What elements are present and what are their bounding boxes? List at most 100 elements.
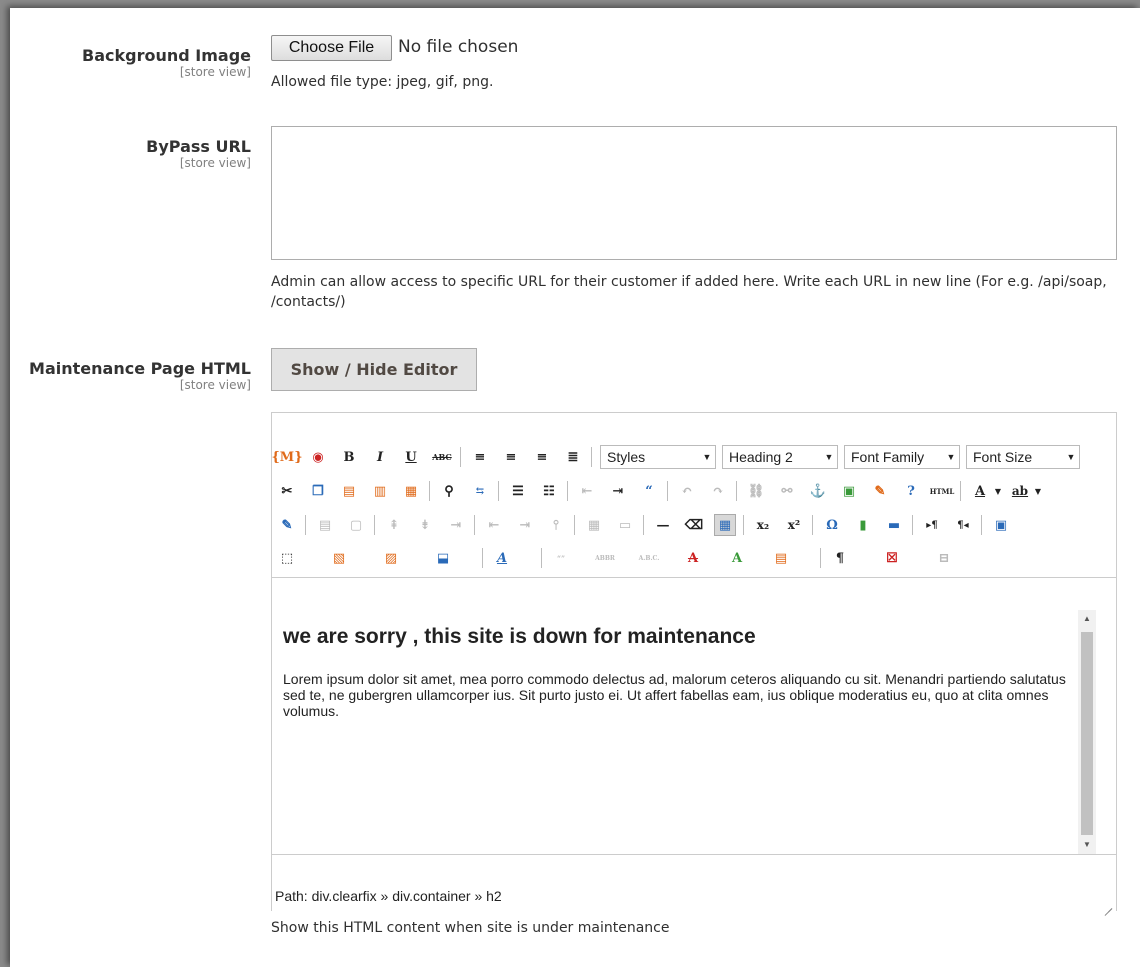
format-select[interactable]: Heading 2 ▼ [722, 445, 838, 469]
media-icon[interactable]: ▮ [852, 514, 874, 536]
chevron-down-icon: ▼ [824, 452, 834, 462]
fullscreen-icon[interactable]: ▣ [990, 514, 1012, 536]
pagebreak-icon[interactable]: ⊟ [933, 547, 955, 569]
element-path: Path: div.clearfix » div.container » h2 [275, 888, 502, 904]
insert-layer-icon[interactable]: ▧ [328, 547, 350, 569]
insert-variable-icon[interactable]: ◉ [307, 446, 329, 468]
align-center-icon[interactable]: ≡ [500, 446, 522, 468]
font-size-select[interactable]: Font Size ▼ [966, 445, 1080, 469]
anchor-icon[interactable]: ⚓ [807, 480, 829, 502]
html-source-icon[interactable]: HTML [930, 480, 955, 502]
acronym-icon[interactable]: A.B.C. [638, 547, 660, 569]
visual-aid-icon[interactable]: ⬚ [276, 547, 298, 569]
editor-scrollbar[interactable]: ▲ ▼ [1078, 610, 1096, 854]
move-forward-icon[interactable]: ▨ [380, 547, 402, 569]
copy-icon[interactable]: ❐ [307, 480, 329, 502]
unlink-icon[interactable]: ⚯ [776, 480, 798, 502]
cite-icon[interactable]: “” [550, 547, 572, 569]
font-family-select[interactable]: Font Family ▼ [844, 445, 960, 469]
edit-css-icon[interactable]: ✎ [276, 514, 298, 536]
find-icon[interactable]: ⚲ [438, 480, 460, 502]
align-justify-icon[interactable]: ≣ [562, 446, 584, 468]
table-cell-props-icon[interactable]: ▢ [345, 514, 367, 536]
show-hide-editor-button[interactable]: Show / Hide Editor [271, 348, 477, 391]
special-char-icon[interactable]: Ω [821, 514, 843, 536]
paste-icon[interactable]: ▤ [338, 480, 360, 502]
magento-widget-icon[interactable]: {M} [271, 446, 302, 468]
delete-text-icon[interactable]: A [682, 547, 704, 569]
toolbar-separator [460, 447, 461, 467]
insert-col-before-icon[interactable]: ⇤ [483, 514, 505, 536]
toolbar-separator [912, 515, 913, 535]
maintenance-html-label-group: Maintenance Page HTML [store view] [29, 359, 251, 392]
insert-row-before-icon[interactable]: ⇞ [383, 514, 405, 536]
chevron-down-icon: ▼ [1066, 452, 1076, 462]
superscript-icon[interactable]: x² [783, 514, 805, 536]
resize-handle-icon[interactable] [1102, 899, 1112, 909]
subscript-icon[interactable]: x₂ [752, 514, 774, 536]
paste-text-icon[interactable]: ▥ [369, 480, 391, 502]
align-right-icon[interactable]: ≡ [531, 446, 553, 468]
background-image-label: Background Image [82, 46, 251, 65]
nonbreaking-icon[interactable]: ☒ [881, 547, 903, 569]
show-blocks-icon[interactable]: ¶ [829, 547, 851, 569]
bypass-url-note: Admin can allow access to specific URL f… [271, 274, 1107, 310]
remove-format-icon[interactable]: ⌫ [683, 514, 705, 536]
delete-col-icon[interactable]: ⫯ [545, 514, 567, 536]
background-color-icon[interactable]: ab [1009, 480, 1031, 502]
table-row-props-icon[interactable]: ▤ [314, 514, 336, 536]
page-break-icon[interactable]: ▬ [883, 514, 905, 536]
numbered-list-icon[interactable]: ☷ [538, 480, 560, 502]
bullet-list-icon[interactable]: ☰ [507, 480, 529, 502]
merge-cells-icon[interactable]: ▭ [614, 514, 636, 536]
scroll-down-icon[interactable]: ▼ [1078, 836, 1096, 854]
blockquote-icon[interactable]: “ [638, 480, 660, 502]
cleanup-icon[interactable]: ✎ [869, 480, 891, 502]
toolbar-separator [305, 515, 306, 535]
chevron-down-icon[interactable]: ▼ [993, 480, 1003, 502]
paste-word-icon[interactable]: ▦ [400, 480, 422, 502]
table-icon[interactable]: ▦ [714, 514, 736, 536]
align-left-icon[interactable]: ≡ [469, 446, 491, 468]
undo-icon[interactable]: ↶ [676, 480, 698, 502]
scroll-thumb[interactable] [1081, 632, 1093, 835]
bypass-url-textarea[interactable] [271, 126, 1117, 260]
chevron-down-icon: ▼ [946, 452, 956, 462]
underline-button[interactable]: U [400, 446, 422, 468]
toolbar-separator [374, 515, 375, 535]
delete-row-icon[interactable]: ⇥ [445, 514, 467, 536]
insert-row-after-icon[interactable]: ⇟ [414, 514, 436, 536]
config-panel: Background Image [store view] Choose Fil… [10, 8, 1140, 967]
choose-file-button[interactable]: Choose File [271, 35, 392, 61]
attributes-icon[interactable]: ▤ [770, 547, 792, 569]
format-select-value: Heading 2 [729, 449, 793, 465]
italic-button[interactable]: I [369, 446, 391, 468]
styles-select[interactable]: Styles ▼ [600, 445, 716, 469]
scroll-up-icon[interactable]: ▲ [1078, 610, 1096, 628]
styleprops-icon[interactable]: A [491, 547, 513, 569]
rtl-icon[interactable]: ¶◂ [952, 514, 974, 536]
image-icon[interactable]: ▣ [838, 480, 860, 502]
bold-button[interactable]: B [338, 446, 360, 468]
indent-icon[interactable]: ⇥ [607, 480, 629, 502]
abbr-icon[interactable]: ABBR [594, 547, 616, 569]
replace-icon[interactable]: ⇆ [469, 480, 491, 502]
insert-col-after-icon[interactable]: ⇥ [514, 514, 536, 536]
font-color-icon[interactable]: A [969, 480, 991, 502]
maintenance-html-label: Maintenance Page HTML [29, 359, 251, 378]
horizontal-rule-icon[interactable]: — [652, 514, 674, 536]
link-icon[interactable]: ⛓ [745, 480, 767, 502]
insert-text-icon[interactable]: A [726, 547, 748, 569]
redo-icon[interactable]: ↷ [707, 480, 729, 502]
cut-icon[interactable]: ✂ [276, 480, 298, 502]
help-icon[interactable]: ? [900, 480, 922, 502]
outdent-icon[interactable]: ⇤ [576, 480, 598, 502]
editor-content-area[interactable]: we are sorry , this site is down for mai… [272, 579, 1116, 854]
ltr-icon[interactable]: ▸¶ [921, 514, 943, 536]
chevron-down-icon[interactable]: ▼ [1033, 480, 1043, 502]
strikethrough-button[interactable]: ABC [431, 446, 453, 468]
absolute-position-icon[interactable]: ⬓ [432, 547, 454, 569]
split-cells-icon[interactable]: ▦ [583, 514, 605, 536]
content-paragraph: Lorem ipsum dolor sit amet, mea porro co… [283, 671, 1066, 719]
toolbar-separator [474, 515, 475, 535]
